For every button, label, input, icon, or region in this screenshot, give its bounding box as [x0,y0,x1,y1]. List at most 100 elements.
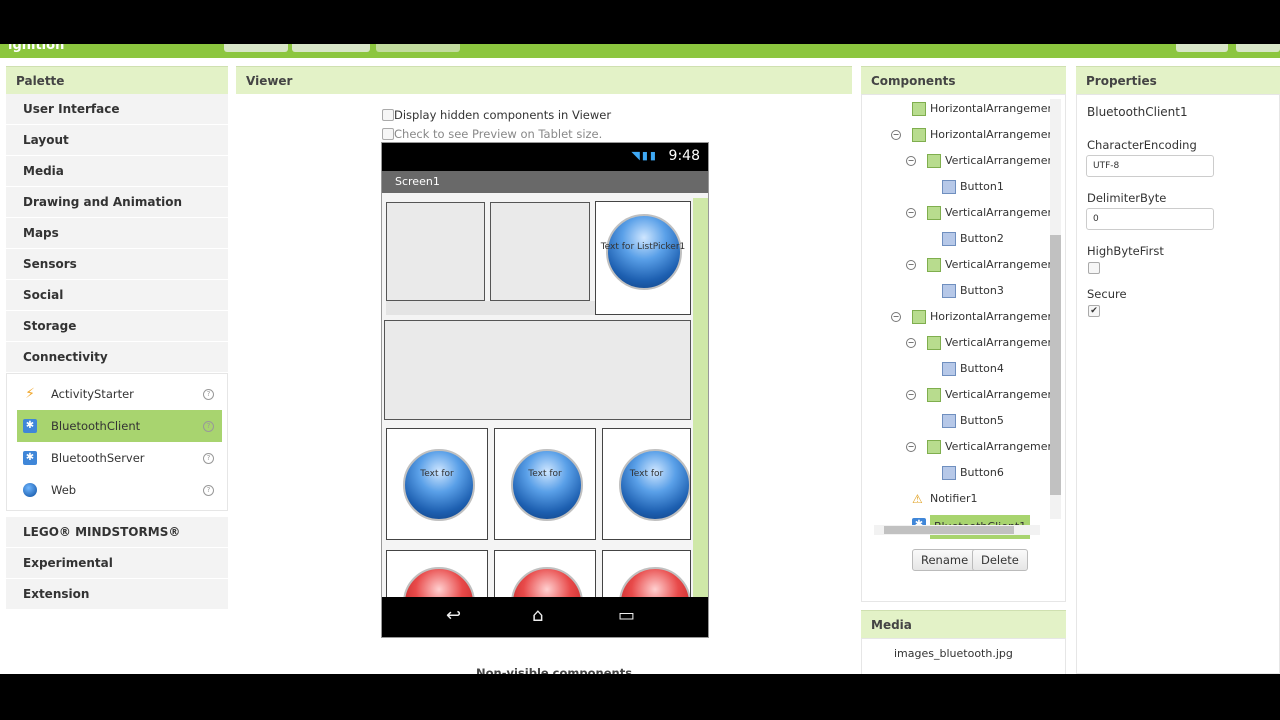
character-encoding-input[interactable]: UTF-8 [1086,155,1214,177]
top-menu-button[interactable] [292,44,370,52]
collapse-toggle-icon[interactable]: − [906,208,916,218]
brand-logo: ignition [8,44,65,53]
palette-item-bluetoothserver[interactable]: ✱ BluetoothServer ? [17,442,222,474]
recents-icon: ▭ [618,605,636,626]
palette-category-experimental[interactable]: Experimental [6,548,228,579]
button-text: Text for [629,469,664,479]
android-nav-bar: ↩ ⌂ ▭ [382,597,708,637]
palette-category-social[interactable]: Social [6,280,228,311]
component-tree: HorizontalArrangemer − HorizontalArrangeme… [861,94,1066,602]
help-icon[interactable]: ? [203,421,214,432]
help-icon[interactable]: ? [203,389,214,400]
top-menu-button[interactable] [224,44,288,52]
palette-item-label: BluetoothClient [51,419,141,433]
arrangement-spacer [386,301,595,315]
back-icon: ↩ [446,605,462,626]
tablet-preview-checkbox[interactable] [382,128,394,140]
button2-preview[interactable]: Text for [494,428,596,540]
media-file-item[interactable]: images_bluetooth.jpg [894,647,1013,660]
delimiter-byte-input[interactable]: 0 [1086,208,1214,230]
delete-button[interactable]: Delete [972,549,1028,571]
tree-node-label: Button6 [960,466,1004,479]
palette-category-drawing-and-animation[interactable]: Drawing and Animation [6,187,228,218]
vertical-arrangement-icon [927,206,941,220]
button-icon [942,284,956,298]
palette-category-layout[interactable]: Layout [6,125,228,156]
palette-item-activitystarter[interactable]: ⚡ ActivityStarter ? [17,378,222,410]
status-time: 9:48 [668,148,700,164]
power-icon [511,449,583,521]
high-byte-first-checkbox[interactable] [1088,262,1100,274]
top-menu-button[interactable] [1176,44,1228,52]
high-byte-first-label: HighByteFirst [1087,244,1164,258]
button-text: Text for [528,469,562,479]
palette-category-sensors[interactable]: Sensors [6,249,228,280]
top-menu-button[interactable] [1236,44,1280,52]
top-menu-button[interactable] [376,44,460,52]
palette-item-bluetoothclient[interactable]: ✱ BluetoothClient ? [17,410,222,442]
horizontal-arrangement-box[interactable] [384,320,691,420]
collapse-toggle-icon[interactable]: − [906,156,916,166]
palette-category-user-interface[interactable]: User Interface [6,94,228,125]
palette-category-extension[interactable]: Extension [6,579,228,610]
tree-node-label: Button3 [960,284,1004,297]
connectivity-items: ⚡ ActivityStarter ? ✱ BluetoothClient ? … [6,373,228,511]
palette-category-maps[interactable]: Maps [6,218,228,249]
palette-category-connectivity[interactable]: Connectivity [6,342,228,373]
button3-preview[interactable]: Text for [602,428,691,540]
palette-categories: User Interface Layout Media Drawing and Ani… [6,94,228,373]
vertical-arrangement-icon [927,154,941,168]
collapse-toggle-icon[interactable]: − [906,338,916,348]
media-header: Media [861,610,1066,638]
tree-node-label: VerticalArrangemer [945,336,1053,349]
help-icon[interactable]: ? [203,453,214,464]
help-icon[interactable]: ? [203,485,214,496]
bolt-icon: ⚡ [25,386,35,402]
tree-node-label: Button1 [960,180,1004,193]
collapse-toggle-icon[interactable]: − [906,390,916,400]
collapse-toggle-icon[interactable]: − [906,442,916,452]
palette-categories-bottom: LEGO® MINDSTORMS® Experimental Extension [6,517,228,610]
screen-scrollbar[interactable] [693,198,708,598]
signal-battery-icon: ◥▮▮ [631,149,658,162]
palette-item-label: BluetoothServer [51,451,145,465]
listpicker1[interactable]: Text for ListPicker1 [595,201,691,315]
palette-category-lego-mindstorms[interactable]: LEGO® MINDSTORMS® [6,517,228,548]
button-icon [942,180,956,194]
vertical-arrangement-icon [927,440,941,454]
rename-button[interactable]: Rename [912,549,978,571]
tree-vertical-scroll-thumb[interactable] [1050,235,1061,495]
button-icon [942,232,956,246]
collapse-toggle-icon[interactable]: − [906,260,916,270]
palette-item-web[interactable]: Web ? [17,474,222,506]
home-icon: ⌂ [532,605,544,626]
screen-title-bar: Screen1 [382,171,708,193]
palette-item-label: ActivityStarter [51,387,134,401]
tree-node-label: Notifier1 [930,492,978,505]
components-header: Components [861,66,1066,94]
palette-category-storage[interactable]: Storage [6,311,228,342]
tree-node-label: HorizontalArrangemer [930,310,1053,323]
collapse-toggle-icon[interactable]: − [891,312,901,322]
secure-checkbox[interactable]: ✔ [1088,305,1100,317]
tree-node-label: HorizontalArrangemer [930,128,1053,141]
tree-node-label: Button5 [960,414,1004,427]
horizontal-arrangement-icon [912,128,926,142]
button1-preview[interactable]: Text for [386,428,488,540]
nonvisible-components-label: Non-visible components [476,666,633,674]
media-panel: Media images_bluetooth.jpg [861,610,1066,674]
vertical-arrangement-box[interactable] [386,202,485,301]
bluetooth-icon: ✱ [23,419,37,433]
selected-component-name: BluetoothClient1 [1087,105,1188,119]
power-icon [403,449,475,521]
collapse-toggle-icon[interactable]: − [891,130,901,140]
tablet-preview-label: Check to see Preview on Tablet size. [394,127,603,141]
tree-horizontal-scroll-thumb[interactable] [884,526,1014,534]
vertical-arrangement-box[interactable] [490,202,590,301]
status-bar: ◥▮▮ 9:48 [382,143,708,171]
viewer-panel: Viewer Display hidden components in View… [236,66,852,674]
hidden-components-checkbox[interactable] [382,109,394,121]
properties-panel: Properties BluetoothClient1 CharacterEnc… [1076,66,1280,674]
hidden-components-label: Display hidden components in Viewer [394,108,612,122]
palette-category-media[interactable]: Media [6,156,228,187]
